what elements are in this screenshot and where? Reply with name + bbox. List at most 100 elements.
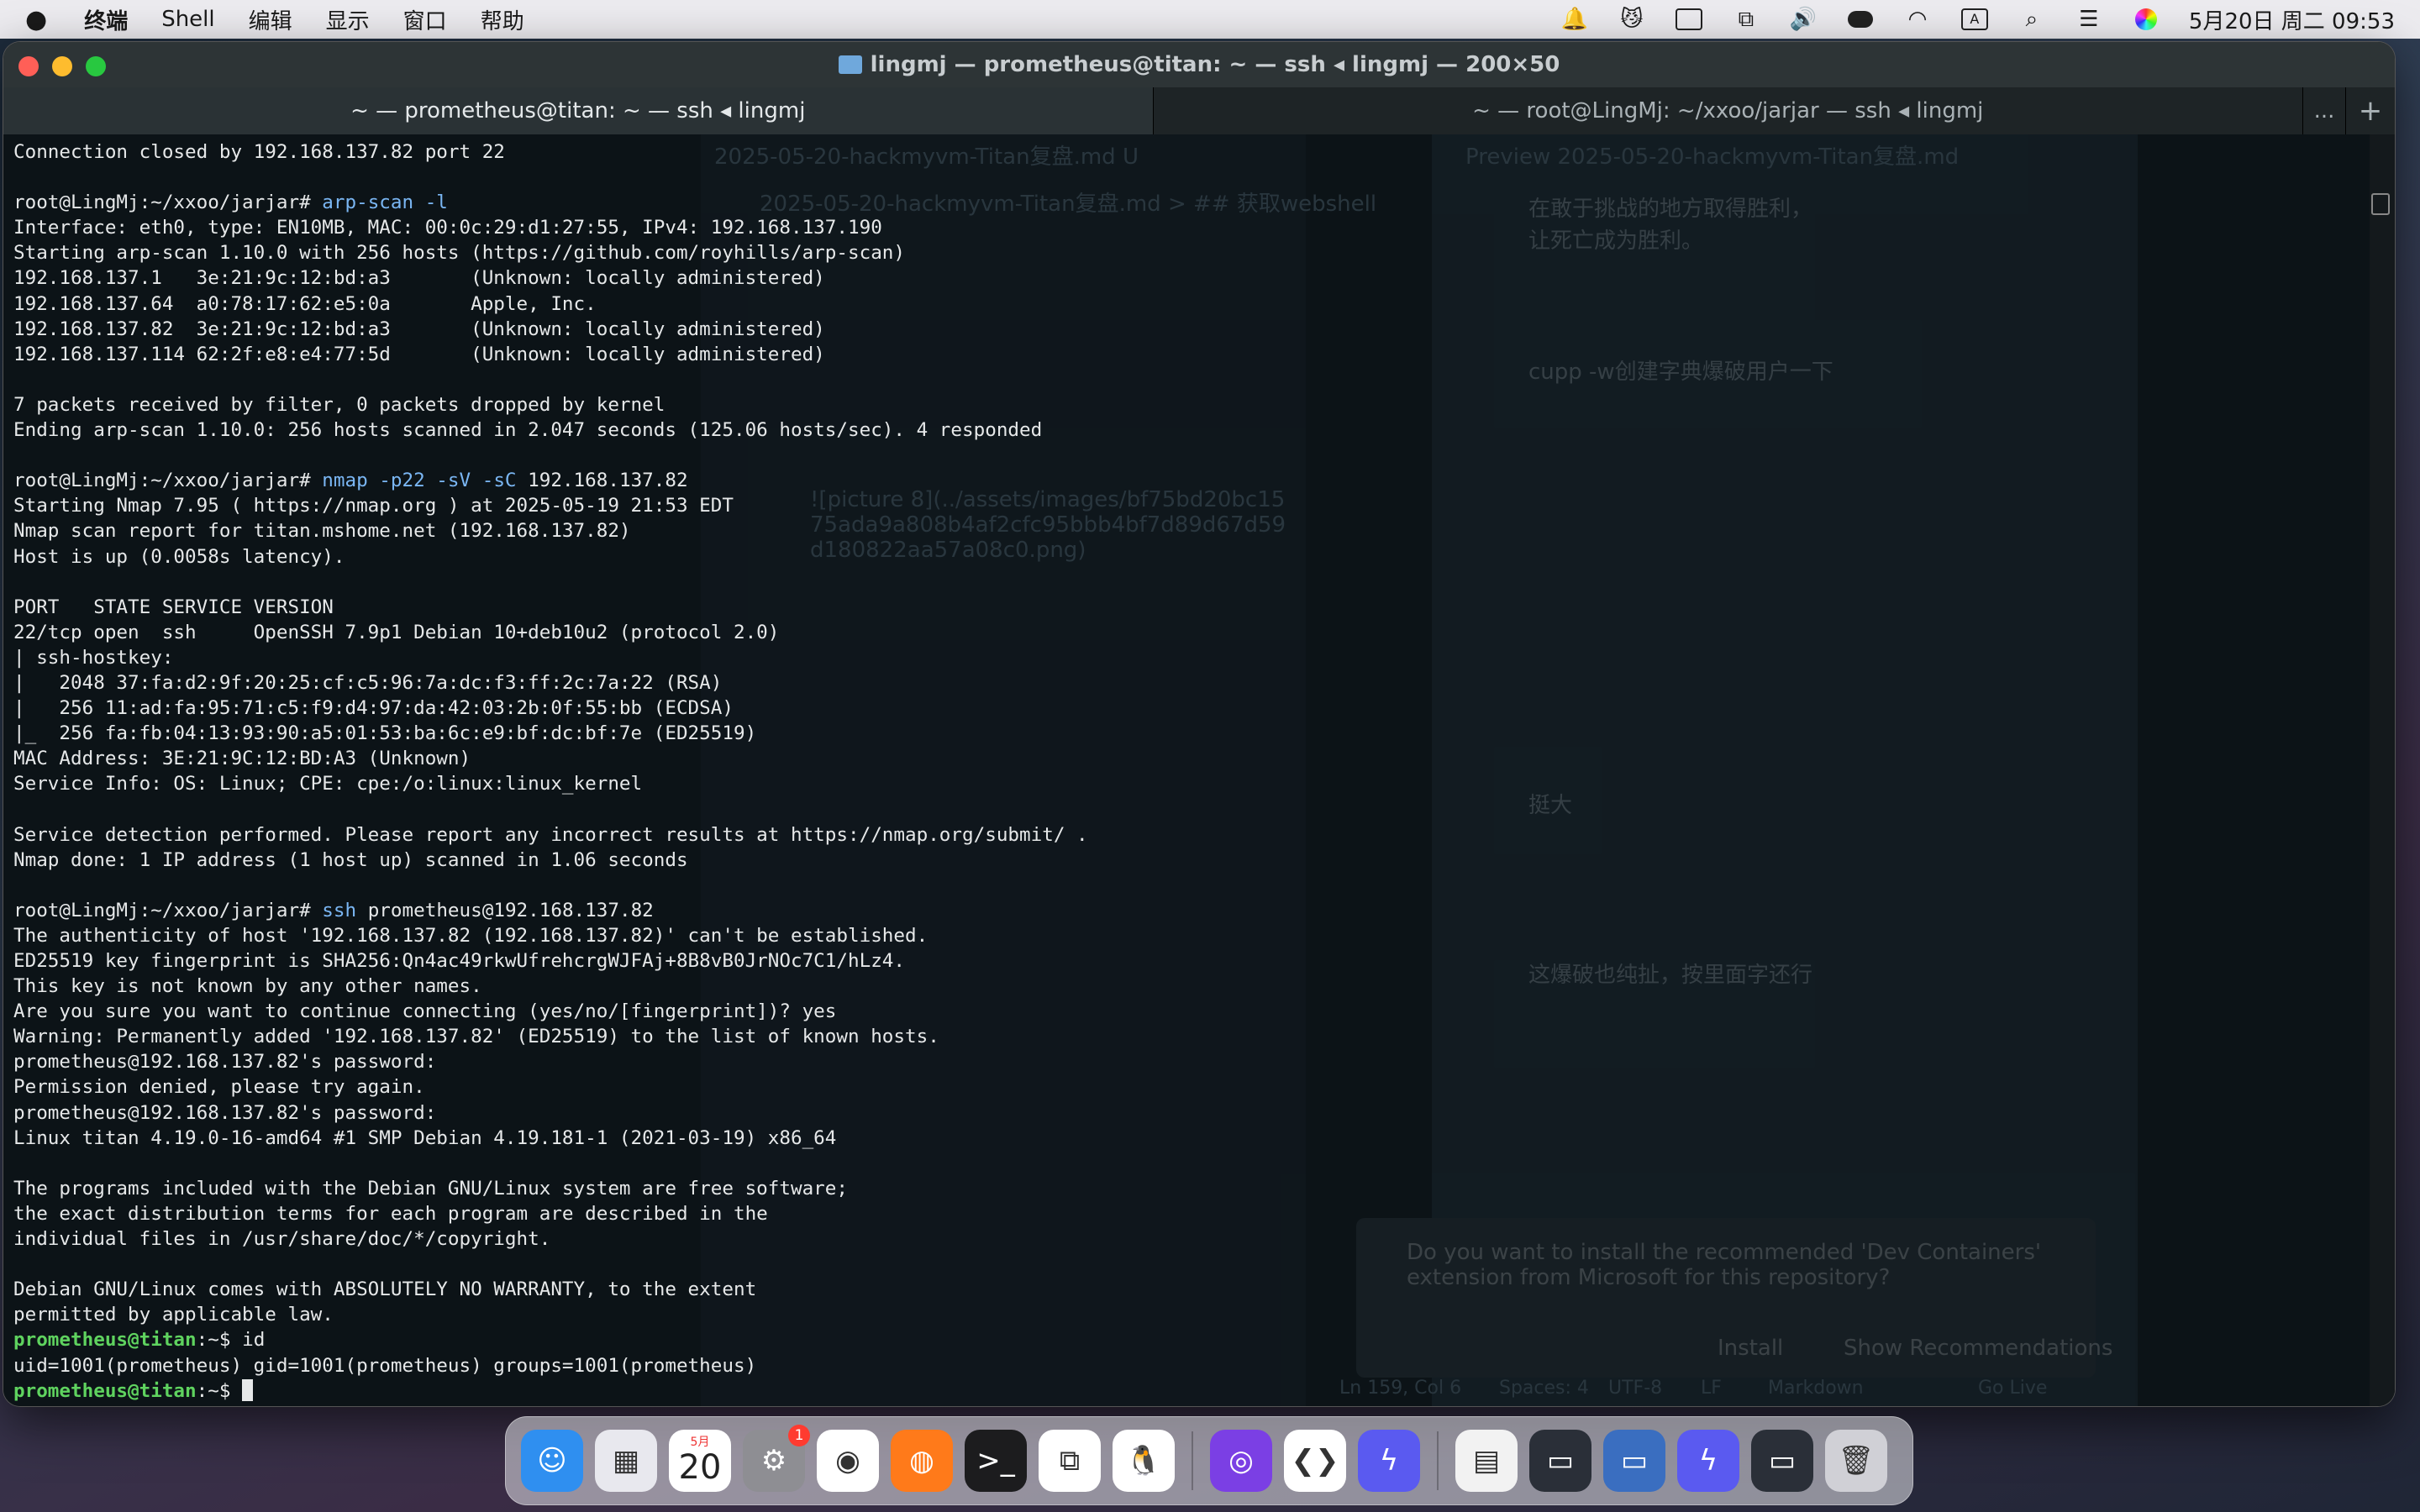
dock-github-desktop-icon[interactable]: ◎: [1210, 1430, 1272, 1492]
notification-badge: 1: [788, 1425, 810, 1446]
terminal-line: root@LingMj:~/xxoo/jarjar# ssh prometheu…: [13, 898, 2395, 923]
dock-trash-icon[interactable]: 🗑: [1825, 1430, 1887, 1492]
cat-icon[interactable]: 😼: [1618, 7, 1646, 32]
terminal-content[interactable]: 2025-05-20-hackmyvm-Titan复盘.md U Preview…: [3, 134, 2395, 1406]
shell-prompt: root@LingMj:~/xxoo/jarjar#: [13, 899, 323, 921]
remote-icon[interactable]: ⧉: [1732, 7, 1760, 32]
dock-calendar-icon[interactable]: 5月 20: [669, 1430, 731, 1492]
command-argument: 192.168.137.82: [493, 899, 654, 921]
menu-window[interactable]: 窗口: [403, 4, 447, 35]
maximize-window-button[interactable]: [86, 56, 106, 76]
bell-icon[interactable]: 🔔: [1560, 7, 1589, 32]
terminal-line: 192.168.137.114 62:2f:e8:e4:77:5d (Unkno…: [13, 343, 825, 365]
terminal-output[interactable]: Connection closed by 192.168.137.82 port…: [3, 134, 2395, 1404]
volume-icon[interactable]: 🔊: [1789, 7, 1818, 32]
terminal-line: |_ 256 fa:fb:04:13:93:90:a5:01:53:ba:6c:…: [13, 722, 757, 745]
terminal-line: individual files in /usr/share/doc/*/cop…: [13, 1228, 551, 1251]
lightning-app-glyph: ϟ: [1379, 1444, 1399, 1478]
remote-user-prompt: prometheus@titan: [13, 1379, 197, 1402]
terminal-line: root@LingMj:~/xxoo/jarjar# arp-scan -l: [13, 190, 2395, 215]
dock-launchpad-icon[interactable]: ▦: [595, 1430, 657, 1492]
terminal-line: Warning: Permanently added '192.168.137.…: [13, 1026, 939, 1048]
terminal-line: PORT STATE SERVICE VERSION: [13, 596, 334, 618]
window-thumb-4-glyph: ▭: [1768, 1444, 1797, 1478]
dock-terminal-icon[interactable]: >_: [965, 1430, 1027, 1492]
dock-window-thumb-4-icon[interactable]: ▭: [1751, 1430, 1813, 1492]
menu-shell[interactable]: Shell: [161, 7, 214, 32]
terminal-line: The programs included with the Debian GN…: [13, 1177, 848, 1200]
terminal-line: This key is not known by any other names…: [13, 975, 482, 998]
battery-icon[interactable]: [1846, 7, 1875, 32]
window-thumb-1-glyph: ▭: [1546, 1444, 1575, 1478]
folder-icon: [838, 55, 862, 74]
dock-window-thumb-1-icon[interactable]: ▭: [1529, 1430, 1591, 1492]
dock-lightning-app-icon[interactable]: ϟ: [1358, 1430, 1420, 1492]
new-tab-button[interactable]: +: [2345, 87, 2395, 134]
control-center-icon[interactable]: ☰: [2075, 7, 2103, 32]
menu-help[interactable]: 帮助: [481, 4, 524, 35]
dock-separator: [1437, 1431, 1439, 1490]
siri-icon[interactable]: [2132, 7, 2160, 32]
wifi-icon[interactable]: ◠: [1903, 7, 1932, 32]
dock-remote-desktop-icon[interactable]: ⧉: [1039, 1430, 1101, 1492]
window-thumb-3-glyph: ϟ: [1698, 1444, 1718, 1478]
dock-firefox-icon[interactable]: ◍: [891, 1430, 953, 1492]
scroll-thumb[interactable]: [2371, 193, 2390, 215]
terminal-line: Nmap scan report for titan.mshome.net (1…: [13, 520, 631, 543]
firefox-glyph: ◍: [909, 1444, 934, 1478]
dock-finder-icon[interactable]: ☺: [521, 1430, 583, 1492]
terminal-line: Starting Nmap 7.95 ( https://nmap.org ) …: [13, 495, 734, 517]
display-icon[interactable]: [1675, 7, 1703, 32]
tab-root[interactable]: ~ — root@LingMj: ~/xxoo/jarjar — ssh ◂ l…: [1154, 87, 2303, 134]
terminal-line: | ssh-hostkey:: [13, 646, 174, 669]
menu-terminal[interactable]: 终端: [84, 4, 128, 35]
menubar-clock[interactable]: 5月20日 周二 09:53: [2189, 4, 2395, 35]
tab-overflow-button[interactable]: ...: [2303, 87, 2345, 134]
input-method-icon[interactable]: A: [1960, 7, 1989, 32]
search-icon[interactable]: ⌕: [2018, 7, 2046, 32]
terminal-line: prometheus@titan:~$ id: [13, 1327, 2395, 1352]
terminal-line: Ending arp-scan 1.10.0: 256 hosts scanne…: [13, 419, 1043, 442]
terminal-window: lingmj — prometheus@titan: ~ — ssh ◂ lin…: [3, 42, 2395, 1406]
command-argument: 192.168.137.82: [528, 470, 688, 492]
trash-glyph: 🗑: [1838, 1444, 1875, 1478]
minimize-window-button[interactable]: [52, 56, 72, 76]
terminal-line: Linux titan 4.19.0-16-amd64 #1 SMP Debia…: [13, 1126, 837, 1149]
dock-system-settings-icon[interactable]: ⚙ 1: [743, 1425, 810, 1492]
terminal-line: permitted by applicable law.: [13, 1304, 334, 1326]
terminal-line: prometheus@192.168.137.82's password:: [13, 1051, 437, 1074]
window-titlebar[interactable]: lingmj — prometheus@titan: ~ — ssh ◂ lin…: [3, 42, 2395, 87]
remote-user-prompt: prometheus@titan: [13, 1329, 197, 1352]
terminal-scrollbar[interactable]: [2370, 134, 2395, 1406]
terminal-line: 192.168.137.64 a0:78:17:62:e5:0a Apple, …: [13, 292, 597, 315]
dock: ☺ ▦ 5月 20 ⚙ 1 ◉ ◍ >_ ⧉ 🐧 ◎ ❮❯ ϟ ▤ ▭ ▭ ϟ ▭ 🗑: [505, 1416, 1913, 1505]
dock-chrome-icon[interactable]: ◉: [817, 1430, 879, 1492]
vscode-glyph: ❮❯: [1291, 1444, 1339, 1478]
terminal-line: 192.168.137.1 3e:21:9c:12:bd:a3 (Unknown…: [13, 267, 825, 290]
dock-window-thumb-3-icon[interactable]: ϟ: [1677, 1430, 1739, 1492]
launchpad-glyph: ▦: [612, 1444, 640, 1478]
shell-command: arp-scan -l: [322, 192, 448, 214]
calendar-day: 20: [678, 1448, 722, 1487]
dock-vscode-icon[interactable]: ❮❯: [1284, 1430, 1346, 1492]
terminal-line: Service Info: OS: Linux; CPE: cpe:/o:lin…: [13, 773, 643, 795]
menu-view[interactable]: 显示: [326, 4, 370, 35]
window-title-label: lingmj — prometheus@titan: ~ — ssh ◂ lin…: [870, 52, 1560, 77]
tab-prometheus[interactable]: ~ — prometheus@titan: ~ — ssh ◂ lingmj: [3, 87, 1154, 134]
dock-qq-icon[interactable]: 🐧: [1113, 1430, 1175, 1492]
dock-preview-doc-icon[interactable]: ▤: [1455, 1430, 1518, 1492]
close-window-button[interactable]: [18, 56, 39, 76]
dock-window-thumb-2-icon[interactable]: ▭: [1603, 1430, 1665, 1492]
remote-path: :~: [196, 1329, 219, 1352]
menu-edit[interactable]: 编辑: [249, 4, 292, 35]
prompt-sign: $: [218, 1379, 243, 1402]
preview-doc-glyph: ▤: [1472, 1444, 1501, 1478]
terminal-line: Host is up (0.0058s latency).: [13, 545, 345, 568]
terminal-line: Connection closed by 192.168.137.82 port…: [13, 141, 505, 163]
apple-menu-icon[interactable]: ●: [25, 5, 47, 34]
